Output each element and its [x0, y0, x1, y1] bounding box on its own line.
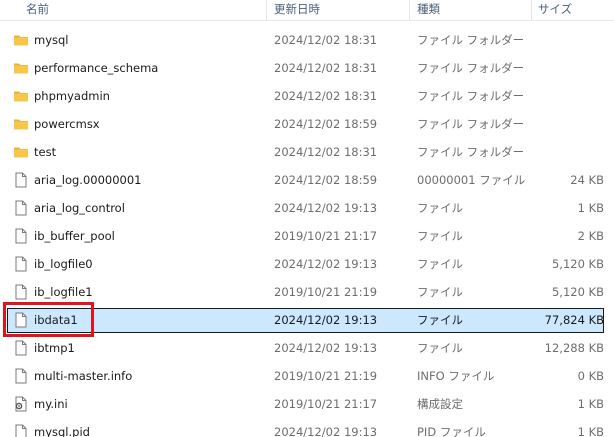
file-icon — [13, 340, 29, 356]
settings-file-icon — [13, 396, 29, 412]
file-size: 1 KB — [577, 425, 604, 437]
file-icon — [13, 200, 29, 216]
file-name: ib_buffer_pool — [34, 229, 115, 243]
file-name: ibdata1 — [34, 313, 78, 327]
file-type: ファイル — [417, 285, 463, 299]
file-name: ib_logfile0 — [34, 257, 93, 271]
column-header-size[interactable]: サイズ — [538, 0, 572, 20]
file-size: 5,120 KB — [551, 285, 604, 299]
file-type: ファイル フォルダー — [417, 33, 525, 47]
file-date: 2019/10/21 21:17 — [274, 229, 378, 243]
column-divider[interactable] — [531, 0, 532, 20]
column-divider[interactable] — [409, 0, 410, 20]
file-icon — [13, 312, 29, 328]
file-row[interactable]: my.ini 2019/10/21 21:17 構成設定 1 KB — [0, 390, 614, 418]
file-row[interactable]: ibtmp1 2024/12/02 19:13 ファイル 12,288 KB — [0, 334, 614, 362]
file-name: ib_logfile1 — [34, 285, 93, 299]
column-header-date[interactable]: 更新日時 — [274, 0, 320, 20]
file-date: 2024/12/02 18:59 — [274, 173, 378, 187]
file-row[interactable]: ib_logfile0 2024/12/02 19:13 ファイル 5,120 KB — [0, 250, 614, 278]
folder-icon — [13, 116, 29, 132]
file-row[interactable]: multi-master.info 2019/10/21 21:19 INFO ファ… — [0, 362, 614, 390]
file-row[interactable]: aria_log.00000001 2024/12/02 18:59 0000000… — [0, 166, 614, 194]
file-date: 2024/12/02 18:59 — [274, 117, 378, 131]
file-date: 2024/12/02 19:13 — [274, 313, 378, 327]
file-name: aria_log.00000001 — [34, 173, 142, 187]
file-row[interactable]: ibdata1 2024/12/02 19:13 ファイル 77,824 KB — [0, 306, 614, 334]
file-row[interactable]: performance_schema 2024/12/02 18:31 ファイル フ… — [0, 54, 614, 82]
file-row[interactable]: mysql 2024/12/02 18:31 ファイル フォルダー — [0, 26, 614, 54]
file-name: multi-master.info — [34, 369, 133, 383]
column-header-name[interactable]: 名前 — [26, 0, 49, 20]
file-row[interactable]: ib_buffer_pool 2019/10/21 21:17 ファイル 2 KB — [0, 222, 614, 250]
file-size: 1 KB — [577, 201, 604, 215]
file-row[interactable]: phpmyadmin 2024/12/02 18:31 ファイル フォルダー — [0, 82, 614, 110]
column-header-type[interactable]: 種類 — [417, 0, 440, 20]
file-type: ファイル フォルダー — [417, 117, 525, 131]
file-date: 2024/12/02 19:13 — [274, 425, 378, 437]
file-size: 5,120 KB — [551, 257, 604, 271]
file-type: ファイル — [417, 341, 463, 355]
file-list: mysql 2024/12/02 18:31 ファイル フォルダー performan… — [0, 26, 614, 437]
file-name: aria_log_control — [34, 201, 125, 215]
file-row[interactable]: aria_log_control 2024/12/02 19:13 ファイル 1 KB — [0, 194, 614, 222]
file-date: 2024/12/02 18:31 — [274, 145, 378, 159]
file-name: phpmyadmin — [34, 89, 110, 103]
file-date: 2024/12/02 18:31 — [274, 33, 378, 47]
file-type: ファイル フォルダー — [417, 61, 525, 75]
file-name: test — [34, 145, 57, 159]
file-type: ファイル — [417, 201, 463, 215]
file-row[interactable]: mysql.pid 2024/12/02 19:13 PID ファイル 1 KB — [0, 418, 614, 437]
file-name: powercmsx — [34, 117, 100, 131]
file-icon — [13, 424, 29, 437]
file-size: 12,288 KB — [544, 341, 604, 355]
file-icon — [13, 256, 29, 272]
file-date: 2024/12/02 19:13 — [274, 341, 378, 355]
file-date: 2019/10/21 21:19 — [274, 369, 378, 383]
file-date: 2024/12/02 18:31 — [274, 61, 378, 75]
file-type: PID ファイル — [417, 425, 486, 437]
file-type: ファイル — [417, 257, 463, 271]
file-icon — [13, 368, 29, 384]
file-icon — [13, 228, 29, 244]
file-type: 構成設定 — [417, 397, 463, 411]
file-date: 2019/10/21 21:19 — [274, 285, 378, 299]
file-type: ファイル フォルダー — [417, 89, 525, 103]
file-name: mysql.pid — [34, 425, 90, 437]
file-size: 77,824 KB — [544, 313, 604, 327]
file-row[interactable]: test 2024/12/02 18:31 ファイル フォルダー — [0, 138, 614, 166]
file-date: 2024/12/02 18:31 — [274, 89, 378, 103]
file-icon — [13, 284, 29, 300]
file-date: 2019/10/21 21:17 — [274, 397, 378, 411]
file-size: 0 KB — [577, 369, 604, 383]
folder-icon — [13, 144, 29, 160]
column-header: 名前 更新日時 種類 サイズ — [0, 0, 614, 21]
file-name: performance_schema — [34, 61, 159, 75]
folder-icon — [13, 88, 29, 104]
file-date: 2024/12/02 19:13 — [274, 201, 378, 215]
file-type: 00000001 ファイル — [417, 173, 526, 187]
file-name: ibtmp1 — [34, 341, 75, 355]
folder-icon — [13, 60, 29, 76]
file-type: ファイル フォルダー — [417, 145, 525, 159]
file-name: mysql — [34, 33, 69, 47]
file-row[interactable]: powercmsx 2024/12/02 18:59 ファイル フォルダー — [0, 110, 614, 138]
folder-icon — [13, 32, 29, 48]
file-explorer: 名前 更新日時 種類 サイズ mysql 2024/12/02 18:31 ファイル… — [0, 0, 614, 437]
column-divider[interactable] — [266, 0, 267, 20]
file-size: 24 KB — [570, 173, 604, 187]
file-type: ファイル — [417, 313, 463, 327]
file-type: ファイル — [417, 229, 463, 243]
file-size: 1 KB — [577, 397, 604, 411]
file-name: my.ini — [34, 397, 68, 411]
file-row[interactable]: ib_logfile1 2019/10/21 21:19 ファイル 5,120 KB — [0, 278, 614, 306]
file-date: 2024/12/02 19:13 — [274, 257, 378, 271]
file-icon — [13, 172, 29, 188]
file-size: 2 KB — [577, 229, 604, 243]
file-type: INFO ファイル — [417, 369, 495, 383]
